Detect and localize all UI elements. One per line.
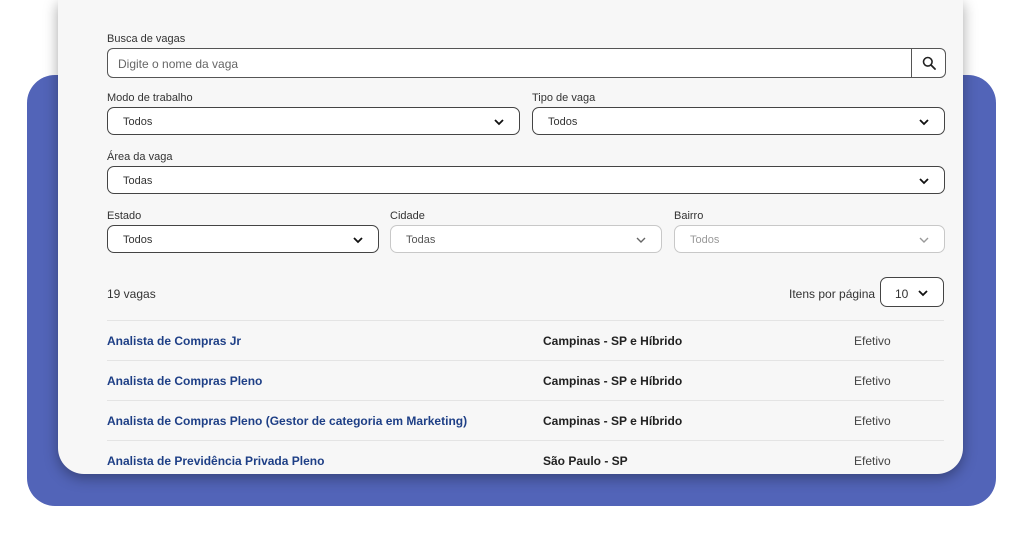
job-type-value: Todos [548,116,578,128]
search-label: Busca de vagas [107,33,186,45]
district-select[interactable]: Todos [674,225,945,253]
area-select[interactable]: Todas [107,166,945,194]
job-title-link[interactable]: Analista de Compras Pleno [107,374,262,388]
district-label: Bairro [674,210,704,222]
job-title-link[interactable]: Analista de Compras Pleno (Gestor de cat… [107,414,467,428]
items-per-page-value: 10 [895,287,909,301]
chevron-down-icon [919,237,929,243]
job-type-select[interactable]: Todos [532,107,945,135]
chevron-down-icon [636,237,646,243]
job-row[interactable]: Analista de Compras Pleno (Gestor de cat… [107,400,944,441]
job-contract-type: Efetivo [854,374,891,388]
job-row[interactable]: Analista de Previdência Privada Pleno Sã… [107,440,944,474]
state-label: Estado [107,210,142,222]
city-select[interactable]: Todas [390,225,662,253]
area-label: Área da vaga [107,151,173,163]
state-select[interactable]: Todos [107,225,379,253]
chevron-down-icon [494,119,504,126]
district-value: Todos [690,234,720,246]
city-value: Todas [406,234,436,246]
search-input[interactable] [116,49,910,79]
area-value: Todas [123,175,153,187]
job-contract-type: Efetivo [854,414,891,428]
job-search-card: Busca de vagas Modo de trabalho Todos Ti… [58,0,963,474]
job-contract-type: Efetivo [854,334,891,348]
job-location: São Paulo - SP [543,454,628,468]
job-row[interactable]: Analista de Compras Jr Campinas - SP e H… [107,320,944,361]
city-label: Cidade [390,210,425,222]
job-row[interactable]: Analista de Compras Pleno Campinas - SP … [107,360,944,401]
work-mode-select[interactable]: Todos [107,107,520,135]
search-button[interactable] [911,49,945,77]
job-location: Campinas - SP e Híbrido [543,334,683,348]
job-title-link[interactable]: Analista de Compras Jr [107,334,241,348]
chevron-down-icon [353,237,363,244]
work-mode-value: Todos [123,116,153,128]
job-location: Campinas - SP e Híbrido [543,374,683,388]
job-contract-type: Efetivo [854,454,891,468]
items-per-page-select[interactable]: 10 [880,277,944,307]
search-field [107,48,946,79]
results-count: 19 vagas [107,287,156,301]
work-mode-label: Modo de trabalho [107,92,193,104]
job-title-link[interactable]: Analista de Previdência Privada Pleno [107,454,324,468]
chevron-down-icon [918,290,928,297]
job-type-label: Tipo de vaga [532,92,596,104]
chevron-down-icon [919,178,929,185]
state-value: Todos [123,234,153,246]
job-location: Campinas - SP e Híbrido [543,414,683,428]
chevron-down-icon [919,119,929,126]
search-icon [922,56,936,70]
items-per-page-label: Itens por página [789,287,876,301]
